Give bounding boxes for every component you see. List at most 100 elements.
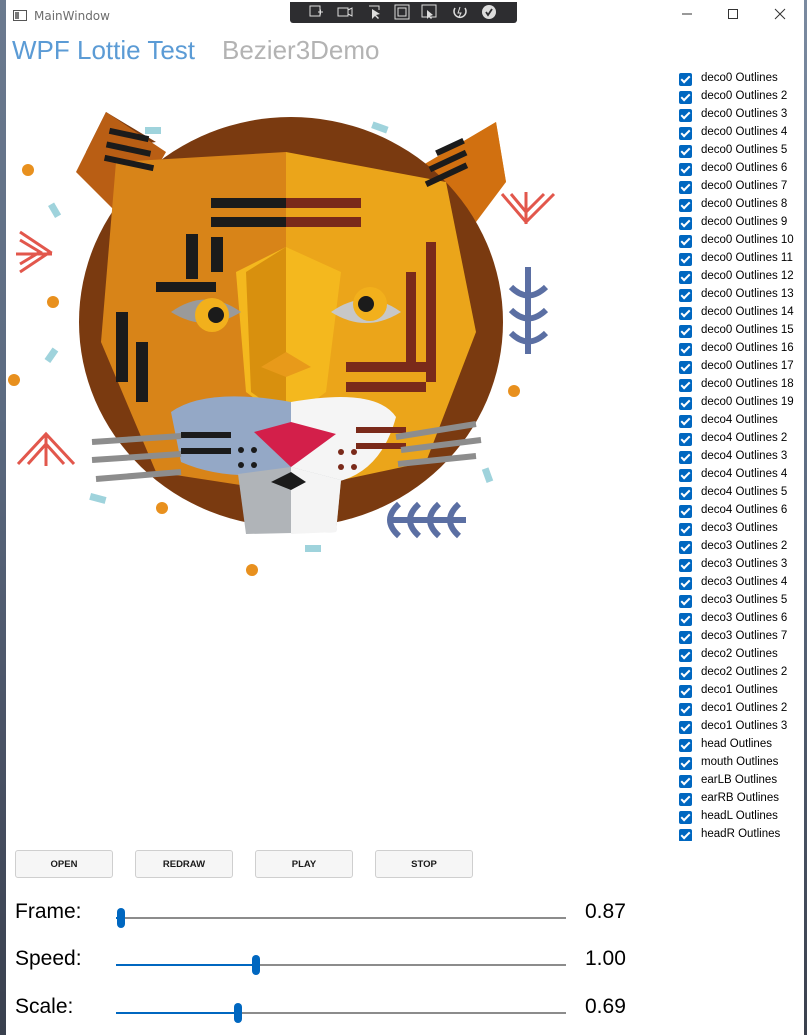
layer-item[interactable]: earLB Outlines xyxy=(677,773,804,791)
layer-item[interactable]: deco0 Outlines 13 xyxy=(677,287,804,305)
layer-checkbox[interactable] xyxy=(679,235,692,248)
layer-item[interactable]: deco1 Outlines 3 xyxy=(677,719,804,737)
layer-checkbox[interactable] xyxy=(679,829,692,841)
layer-list[interactable]: deco0 Outlines deco0 Outlines 2 deco0 Outl… xyxy=(677,71,804,841)
layer-checkbox[interactable] xyxy=(679,289,692,302)
layer-checkbox[interactable] xyxy=(679,703,692,716)
layer-item[interactable]: deco0 Outlines 4 xyxy=(677,125,804,143)
layer-checkbox[interactable] xyxy=(679,577,692,590)
layer-item[interactable]: deco0 Outlines 10 xyxy=(677,233,804,251)
layer-item[interactable]: deco2 Outlines xyxy=(677,647,804,665)
layer-item[interactable]: deco0 Outlines 6 xyxy=(677,161,804,179)
layer-item[interactable]: deco1 Outlines 2 xyxy=(677,701,804,719)
track-focus-icon[interactable] xyxy=(337,4,353,20)
layer-checkbox[interactable] xyxy=(679,613,692,626)
layer-item[interactable]: deco0 Outlines 14 xyxy=(677,305,804,323)
layer-checkbox[interactable] xyxy=(679,523,692,536)
layer-checkbox[interactable] xyxy=(679,559,692,572)
maximize-button[interactable] xyxy=(710,0,756,32)
select-element-icon[interactable] xyxy=(367,4,383,20)
layer-checkbox[interactable] xyxy=(679,793,692,806)
layer-item[interactable]: deco0 Outlines 3 xyxy=(677,107,804,125)
layer-item[interactable]: headL Outlines xyxy=(677,809,804,827)
layer-item[interactable]: headR Outlines xyxy=(677,827,804,841)
layer-item[interactable]: deco0 Outlines 12 xyxy=(677,269,804,287)
layer-item[interactable]: deco3 Outlines 6 xyxy=(677,611,804,629)
scale-slider[interactable] xyxy=(116,1003,566,1023)
frame-slider-thumb[interactable] xyxy=(116,908,125,928)
layer-item[interactable]: head Outlines xyxy=(677,737,804,755)
layer-item[interactable]: mouth Outlines xyxy=(677,755,804,773)
layer-checkbox[interactable] xyxy=(679,271,692,284)
layer-checkbox[interactable] xyxy=(679,145,692,158)
layer-checkbox[interactable] xyxy=(679,343,692,356)
layer-item[interactable]: deco4 Outlines 3 xyxy=(677,449,804,467)
hot-reload-icon[interactable] xyxy=(452,4,468,20)
speed-slider-thumb[interactable] xyxy=(251,955,260,975)
layer-checkbox[interactable] xyxy=(679,757,692,770)
layer-item[interactable]: deco4 Outlines 4 xyxy=(677,467,804,485)
layer-item[interactable]: deco0 Outlines 19 xyxy=(677,395,804,413)
layer-checkbox[interactable] xyxy=(679,487,692,500)
layer-checkbox[interactable] xyxy=(679,541,692,554)
layer-item[interactable]: deco0 Outlines 9 xyxy=(677,215,804,233)
title-bar[interactable]: MainWindow xyxy=(6,0,804,32)
layer-item[interactable]: earRB Outlines xyxy=(677,791,804,809)
layer-checkbox[interactable] xyxy=(679,721,692,734)
layer-checkbox[interactable] xyxy=(679,163,692,176)
layer-checkbox[interactable] xyxy=(679,91,692,104)
layer-checkbox[interactable] xyxy=(679,127,692,140)
layer-checkbox[interactable] xyxy=(679,181,692,194)
layer-checkbox[interactable] xyxy=(679,451,692,464)
play-button[interactable]: PLAY xyxy=(255,850,353,878)
layer-checkbox[interactable] xyxy=(679,649,692,662)
layer-item[interactable]: deco4 Outlines 5 xyxy=(677,485,804,503)
layer-checkbox[interactable] xyxy=(679,739,692,752)
layer-item[interactable]: deco0 Outlines 18 xyxy=(677,377,804,395)
layer-item[interactable]: deco0 Outlines 7 xyxy=(677,179,804,197)
layer-checkbox[interactable] xyxy=(679,307,692,320)
layer-checkbox[interactable] xyxy=(679,199,692,212)
layer-checkbox[interactable] xyxy=(679,775,692,788)
speed-slider[interactable] xyxy=(116,955,566,975)
layer-item[interactable]: deco0 Outlines 11 xyxy=(677,251,804,269)
layer-item[interactable]: deco4 Outlines xyxy=(677,413,804,431)
layer-item[interactable]: deco3 Outlines 5 xyxy=(677,593,804,611)
layer-item[interactable]: deco1 Outlines xyxy=(677,683,804,701)
layer-checkbox[interactable] xyxy=(679,397,692,410)
layer-checkbox[interactable] xyxy=(679,379,692,392)
binding-check-icon[interactable] xyxy=(481,4,497,20)
layer-item[interactable]: deco0 Outlines 16 xyxy=(677,341,804,359)
layer-item[interactable]: deco0 Outlines 17 xyxy=(677,359,804,377)
layer-item[interactable]: deco3 Outlines xyxy=(677,521,804,539)
layer-item[interactable]: deco2 Outlines 2 xyxy=(677,665,804,683)
layer-checkbox[interactable] xyxy=(679,325,692,338)
frame-slider[interactable] xyxy=(116,908,566,928)
layer-checkbox[interactable] xyxy=(679,667,692,680)
close-button[interactable] xyxy=(757,0,803,32)
layer-item[interactable]: deco0 Outlines 5 xyxy=(677,143,804,161)
layer-item[interactable]: deco0 Outlines 2 xyxy=(677,89,804,107)
layer-checkbox[interactable] xyxy=(679,415,692,428)
layer-checkbox[interactable] xyxy=(679,361,692,374)
layer-checkbox[interactable] xyxy=(679,433,692,446)
redraw-button[interactable]: REDRAW xyxy=(135,850,233,878)
layer-checkbox[interactable] xyxy=(679,631,692,644)
layer-item[interactable]: deco3 Outlines 4 xyxy=(677,575,804,593)
display-layout-adorners-icon[interactable] xyxy=(394,4,410,20)
stop-button[interactable]: STOP xyxy=(375,850,473,878)
layer-item[interactable]: deco0 Outlines xyxy=(677,71,804,89)
layer-item[interactable]: deco3 Outlines 3 xyxy=(677,557,804,575)
layer-checkbox[interactable] xyxy=(679,505,692,518)
live-visual-tree-icon[interactable] xyxy=(308,4,324,20)
layer-checkbox[interactable] xyxy=(679,109,692,122)
layer-checkbox[interactable] xyxy=(679,811,692,824)
layer-checkbox[interactable] xyxy=(679,73,692,86)
layer-item[interactable]: deco0 Outlines 15 xyxy=(677,323,804,341)
open-button[interactable]: OPEN xyxy=(15,850,113,878)
layer-item[interactable]: deco4 Outlines 2 xyxy=(677,431,804,449)
preview-selection-icon[interactable] xyxy=(421,4,437,20)
scale-slider-thumb[interactable] xyxy=(233,1003,242,1023)
layer-checkbox[interactable] xyxy=(679,469,692,482)
layer-checkbox[interactable] xyxy=(679,685,692,698)
